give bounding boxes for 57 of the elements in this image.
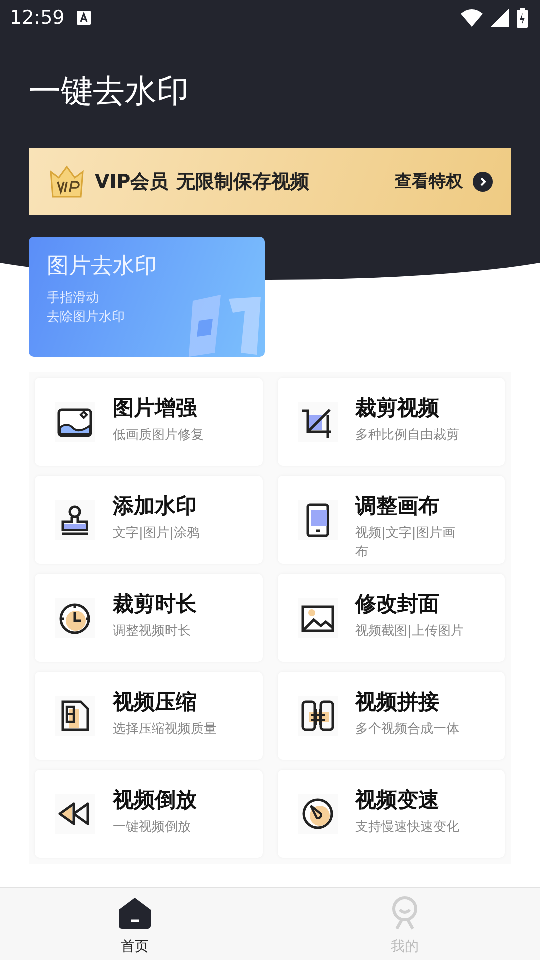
chevron-icon [473, 172, 493, 192]
tool-card[interactable]: 视频变速 支持慢速快速变化 [278, 770, 505, 858]
vip-label: VIP会员 [95, 170, 169, 194]
feature-subtitle: 手指滑动 [47, 290, 99, 308]
stamp-icon [55, 500, 95, 540]
tool-card[interactable]: 裁剪时长 调整视频时长 [35, 574, 262, 662]
tool-title: 裁剪时长 [113, 591, 197, 618]
crown-icon [49, 164, 85, 198]
view-privileges-link[interactable]: 查看特权 [395, 170, 493, 193]
tool-subtitle: 视频截图|上传图片 [356, 623, 464, 641]
tool-card[interactable]: 视频倒放 一键视频倒放 [35, 770, 262, 858]
keyboard-icon [76, 11, 91, 25]
status-time: 12:59 [10, 7, 65, 29]
tool-title: 视频变速 [356, 787, 440, 814]
tool-card[interactable]: 修改封面 视频截图|上传图片 [278, 574, 505, 662]
tool-title: 视频倒放 [113, 787, 197, 814]
tool-subtitle: 视频|文字|图片画布 [356, 525, 456, 562]
page-title: 一键去水印 [29, 71, 189, 112]
feature-title: 图片去水印 [47, 253, 157, 281]
tool-title: 修改封面 [356, 591, 440, 618]
tool-subtitle: 文字|图片|涂鸦 [113, 525, 200, 543]
tool-card[interactable]: 添加水印 文字|图片|涂鸦 [35, 476, 262, 564]
vip-banner[interactable]: VIP会员 无限制保存视频 查看特权 [29, 148, 511, 215]
document-icon [55, 696, 95, 736]
tool-title: 裁剪视频 [356, 395, 440, 422]
battery-icon [517, 8, 528, 28]
signal-icon [491, 9, 509, 27]
rewind-icon [55, 794, 95, 834]
tool-subtitle: 一键视频倒放 [113, 819, 192, 837]
feature-subtitle: 去除图片水印 [47, 309, 125, 327]
tool-subtitle: 调整视频时长 [113, 623, 192, 641]
tool-subtitle: 多种比例自由裁剪 [356, 427, 460, 445]
tool-title: 添加水印 [113, 493, 198, 520]
image-icon [55, 402, 95, 442]
tool-subtitle: 多个视频合成一体 [356, 721, 460, 739]
clock-icon [55, 598, 95, 638]
tool-subtitle: 选择压缩视频质量 [113, 721, 217, 739]
tool-card[interactable]: 视频拼接 多个视频合成一体 [278, 672, 505, 760]
tool-title: 视频压缩 [113, 689, 198, 716]
tool-title: 调整画布 [356, 493, 440, 520]
tool-card[interactable]: 裁剪视频 多种比例自由裁剪 [278, 378, 505, 466]
tool-card[interactable]: 图片增强 低画质图片修复 [35, 378, 262, 466]
wifi-icon [461, 9, 483, 27]
vip-text: 无限制保存视频 [176, 170, 310, 194]
picture-icon [298, 598, 338, 638]
crop-icon [298, 402, 338, 442]
tool-subtitle: 低画质图片修复 [113, 427, 204, 445]
tool-subtitle: 支持慢速快速变化 [356, 819, 460, 837]
gauge-icon [298, 794, 338, 834]
tool-title: 图片增强 [113, 395, 198, 422]
tool-card[interactable]: 调整画布 视频|文字|图片画布 [278, 476, 505, 564]
tablet-icon [298, 500, 338, 540]
tool-title: 视频拼接 [356, 689, 440, 716]
nav-tab[interactable]: 首页 [0, 888, 270, 960]
tool-card[interactable]: 视频压缩 选择压缩视频质量 [35, 672, 262, 760]
home-icon [117, 896, 153, 930]
merge-icon [298, 696, 338, 736]
